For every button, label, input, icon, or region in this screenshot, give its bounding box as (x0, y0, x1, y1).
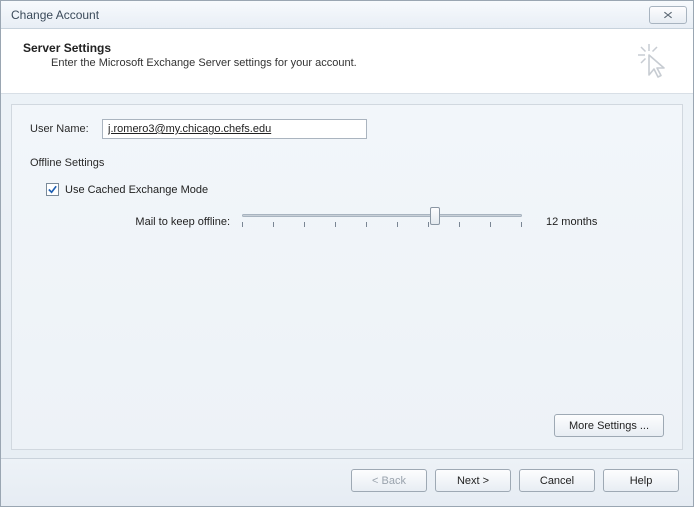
header-band: Server Settings Enter the Microsoft Exch… (1, 29, 693, 94)
footer: < Back Next > Cancel Help (1, 458, 693, 506)
slider-thumb[interactable] (430, 207, 440, 225)
next-button[interactable]: Next > (435, 469, 511, 492)
page-title: Server Settings (23, 41, 635, 55)
mail-offline-row: Mail to keep offline: 12 months (100, 210, 664, 234)
cached-mode-label: Use Cached Exchange Mode (65, 184, 208, 196)
more-settings-button[interactable]: More Settings ... (554, 414, 664, 437)
page-subtitle: Enter the Microsoft Exchange Server sett… (51, 57, 635, 69)
help-button[interactable]: Help (603, 469, 679, 492)
back-button: < Back (351, 469, 427, 492)
cursor-click-icon (635, 41, 675, 81)
cancel-button[interactable]: Cancel (519, 469, 595, 492)
change-account-window: Change Account Server Settings Enter the… (0, 0, 694, 507)
slider-track (242, 214, 522, 217)
cached-mode-checkbox[interactable] (46, 183, 59, 196)
username-row: User Name: (30, 119, 664, 139)
more-settings-row: More Settings ... (554, 414, 664, 437)
close-icon (663, 11, 673, 19)
close-button[interactable] (649, 6, 687, 24)
mail-offline-label: Mail to keep offline: (100, 216, 230, 228)
content-area: User Name: Offline Settings Use Cached E… (11, 104, 683, 450)
cached-mode-row: Use Cached Exchange Mode (46, 183, 664, 196)
mail-offline-slider[interactable] (242, 210, 522, 234)
titlebar: Change Account (1, 1, 693, 29)
check-icon (47, 184, 58, 195)
username-label: User Name: (30, 123, 102, 135)
username-input[interactable] (102, 119, 367, 139)
mail-offline-value: 12 months (546, 216, 597, 228)
window-title: Change Account (11, 8, 649, 22)
offline-section-label: Offline Settings (30, 157, 664, 169)
header-text: Server Settings Enter the Microsoft Exch… (23, 41, 635, 69)
slider-ticks (242, 222, 522, 229)
